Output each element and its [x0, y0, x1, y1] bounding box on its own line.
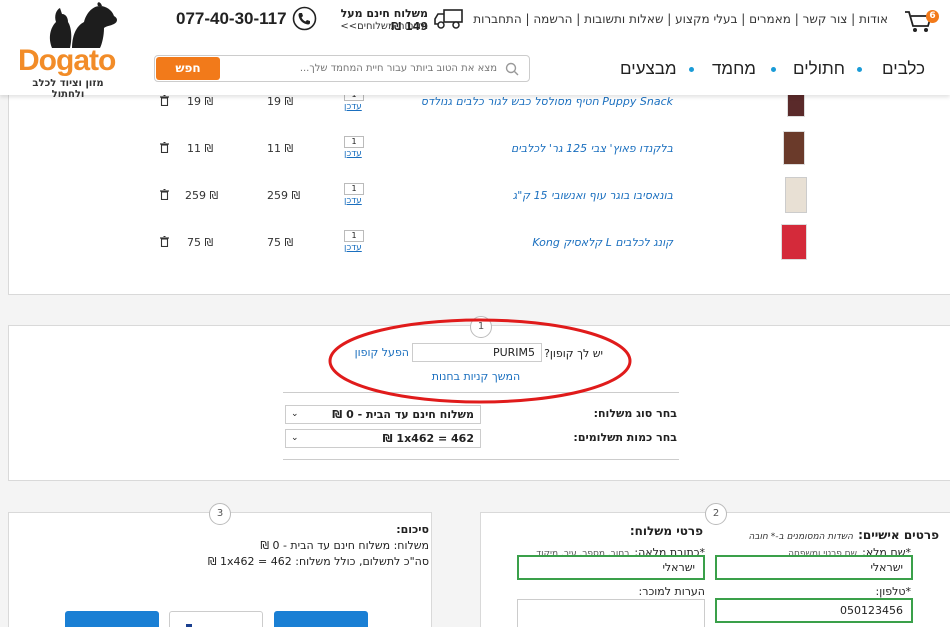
top-links: אודות | צור קשר | מאמרים | בעלי מקצוע | … — [473, 12, 888, 26]
phone-icon — [292, 6, 317, 31]
trash-icon[interactable] — [160, 189, 169, 200]
full-name-field[interactable]: ישראלי — [715, 555, 913, 580]
nav-dogs[interactable]: כלבים — [882, 59, 925, 79]
notes-textarea[interactable] — [517, 599, 705, 627]
personal-title: פרטים אישיים: — [858, 528, 939, 542]
row-price: 259 ₪ — [267, 189, 301, 202]
payments-label: בחר כמות תשלומים: — [573, 431, 677, 444]
row-total: 259 ₪ — [185, 189, 219, 202]
table-row: 259 ₪ 259 ₪ 1 עדכן בונאסיבו בוגר עוף ואנ… — [9, 175, 950, 215]
summary-title: סיכום: — [396, 523, 429, 536]
nav-cats[interactable]: חתולים — [793, 59, 845, 79]
cart-table: 19 ₪ 19 ₪ 1 עדכן Puppy Snack חטיף מסולסל… — [8, 80, 950, 295]
pets-logo-icon — [49, 2, 117, 48]
shipping-type-select[interactable]: משלוח חינם עד הבית - 0 ₪ ⌄ — [285, 405, 481, 424]
site-header: Dogato מזון וציוד לכלב ולחתול 077-40-30-… — [0, 0, 950, 100]
pay-button[interactable] — [65, 611, 159, 627]
top-link-contact[interactable]: צור קשר — [803, 12, 848, 26]
quantity-field[interactable]: 1 — [344, 136, 364, 148]
update-link[interactable]: עדכן — [344, 102, 362, 112]
top-link-login[interactable]: התחברות — [473, 12, 521, 26]
payments-select[interactable]: 462 = 1x462 ₪ ⌄ — [285, 429, 481, 448]
phone-number[interactable]: 077-40-30-117 — [176, 9, 287, 29]
paypal-button[interactable] — [169, 611, 263, 627]
product-name-link[interactable]: בלקנדו פאוץ' צבי 125 גר' לכלבים — [389, 142, 673, 155]
checkout-button[interactable] — [274, 611, 368, 627]
product-image[interactable] — [781, 224, 807, 260]
chevron-down-icon: ⌄ — [291, 409, 299, 419]
logo-wordmark: Dogato — [18, 44, 116, 77]
product-image[interactable] — [783, 131, 805, 165]
row-price: 11 ₪ — [267, 142, 294, 155]
product-name-link[interactable]: בונאסיבו בוגר עוף ואנשובי 15 ק"ג — [389, 189, 673, 202]
row-total: 19 ₪ — [187, 95, 214, 108]
summary-panel: 3 סיכום: משלוח: משלוח חינם עד הבית - 0 ₪… — [8, 503, 432, 627]
address-field[interactable]: ישראלי — [517, 555, 705, 580]
update-link[interactable]: עדכן — [344, 196, 362, 206]
nav-separator — [857, 67, 862, 72]
details-panel: 2 פרטים אישיים: השדות המסומנים ב-* חובה … — [480, 503, 950, 627]
top-link-faq[interactable]: שאלות ותשובות — [584, 12, 663, 26]
table-row: 75 ₪ 75 ₪ 1 עדכן קונג לכלבים L קלאסיק Ko… — [9, 222, 950, 262]
phone-field[interactable]: 050123456 — [715, 598, 913, 623]
notes-label: הערות למוכר: — [638, 585, 705, 598]
top-link-professionals[interactable]: בעלי מקצוע — [675, 12, 737, 26]
quantity-field[interactable]: 1 — [344, 183, 364, 195]
step-number: 3 — [209, 503, 231, 525]
summary-total: סה"כ לתשלום, כולל משלוח: 462 = 1x462 ₪ — [207, 555, 429, 568]
product-image[interactable] — [785, 177, 807, 213]
product-name-link[interactable]: Puppy Snack חטיף מסולסל כבש לגור כלבים ג… — [389, 95, 673, 108]
trash-icon[interactable] — [160, 95, 169, 106]
shipping-policy-link[interactable]: מדיניות משלוחים>> — [336, 21, 428, 32]
row-price: 19 ₪ — [267, 95, 294, 108]
nav-pets[interactable]: מחמד — [712, 59, 756, 79]
nav-separator — [689, 67, 694, 72]
top-link-register[interactable]: הרשמה — [533, 12, 572, 26]
top-link-about[interactable]: אודות — [859, 12, 888, 26]
quantity-field[interactable]: 1 — [344, 230, 364, 242]
top-link-articles[interactable]: מאמרים — [749, 12, 791, 26]
search-icon — [505, 62, 519, 76]
logo-tagline: מזון וציוד לכלב ולחתול — [32, 78, 104, 100]
truck-icon — [434, 9, 463, 29]
search-button[interactable]: חפש — [156, 57, 220, 80]
logo[interactable]: Dogato מזון וציוד לכלב ולחתול — [14, 2, 122, 100]
table-row: 11 ₪ 11 ₪ 1 עדכן בלקנדו פאוץ' צבי 125 גר… — [9, 128, 950, 168]
shipping-type-label: בחר סוג משלוח: — [593, 407, 677, 420]
nav-separator — [771, 67, 776, 72]
divider — [283, 459, 679, 460]
update-link[interactable]: עדכן — [344, 243, 362, 253]
step-number: 2 — [705, 503, 727, 525]
cart-count-badge: 6 — [926, 10, 939, 23]
row-price: 75 ₪ — [267, 236, 294, 249]
phone-label: *טלפון: — [875, 585, 911, 598]
shipping-details-title: פרטי משלוח: — [629, 524, 703, 538]
nav-deals[interactable]: מבצעים — [620, 59, 677, 79]
update-link[interactable]: עדכן — [344, 149, 362, 159]
trash-icon[interactable] — [160, 142, 169, 153]
trash-icon[interactable] — [160, 236, 169, 247]
row-total: 75 ₪ — [187, 236, 214, 249]
highlight-ellipse — [328, 318, 632, 404]
search-input[interactable] — [225, 60, 497, 77]
shipping-type-value: משלוח חינם עד הבית - 0 ₪ — [332, 408, 474, 421]
summary-shipping: משלוח: משלוח חינם עד הבית - 0 ₪ — [260, 539, 429, 552]
search-bar: חפש — [154, 55, 530, 82]
payments-value: 462 = 1x462 ₪ — [382, 432, 474, 445]
chevron-down-icon: ⌄ — [291, 433, 299, 443]
product-name-link[interactable]: קונג לכלבים L קלאסיק Kong — [389, 236, 673, 249]
row-total: 11 ₪ — [187, 142, 214, 155]
